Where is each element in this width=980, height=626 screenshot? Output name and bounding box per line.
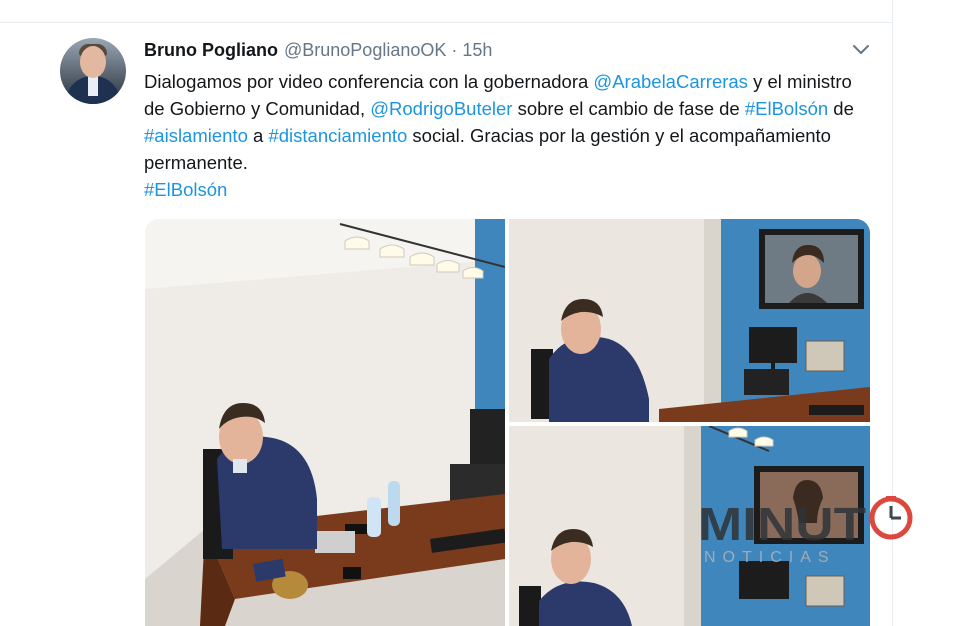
hashtag-link[interactable]: #distanciamiento xyxy=(268,125,407,146)
tweet-text-segment: sobre el cambio de fase de xyxy=(512,98,745,119)
mention-link[interactable]: @RodrigoButeler xyxy=(370,98,512,119)
tweet-text-segment: de xyxy=(828,98,854,119)
author-handle[interactable]: @BrunoPoglianoOK xyxy=(284,40,446,61)
previous-tweet-divider xyxy=(0,0,892,23)
author-name[interactable]: Bruno Pogliano xyxy=(144,40,278,61)
watermark-subtitle: NOTICIAS xyxy=(704,549,836,566)
hashtag-link[interactable]: #ElBolsón xyxy=(745,98,828,119)
tweet-text: Dialogamos por video conferencia con la … xyxy=(144,68,874,203)
watermark-word: MINUT xyxy=(698,498,866,550)
minuto-noticias-watermark-logo: MINUT NOTICIAS xyxy=(698,496,913,566)
mention-link[interactable]: @ArabelaCarreras xyxy=(593,71,748,92)
author-avatar[interactable] xyxy=(60,38,126,104)
tweet-text-segment: a xyxy=(247,125,269,146)
tweet-timestamp[interactable]: 15h xyxy=(462,40,492,61)
tweet-text-segment: Dialogamos por video conferencia con la … xyxy=(144,71,594,92)
tweet-header: Bruno Pogliano @BrunoPoglianoOK · 15h xyxy=(144,40,492,64)
clock-icon xyxy=(869,496,913,540)
media-photo-2[interactable] xyxy=(509,219,870,422)
header-separator: · xyxy=(451,40,458,60)
chevron-down-icon[interactable] xyxy=(850,40,872,60)
media-photo-1[interactable] xyxy=(145,219,505,626)
hashtag-link[interactable]: #aislamiento xyxy=(144,125,248,146)
hashtag-link[interactable]: #ElBolsón xyxy=(144,179,227,200)
